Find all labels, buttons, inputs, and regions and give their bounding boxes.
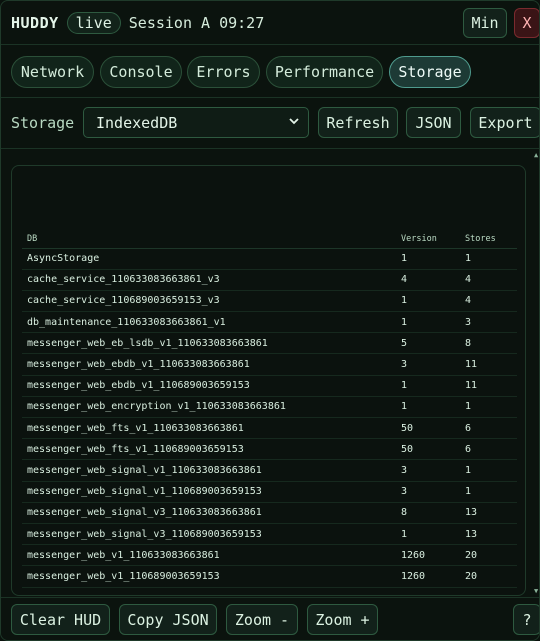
cell-version: 50 [396,438,460,461]
session-label: Session A 09:27 [128,13,265,32]
cell-stores: 20 [460,565,517,588]
header-bar: HUDDY live Session A 09:27 Min X [1,1,539,45]
cell-db-name: messenger_web_signal_v3_110633083663861 [22,502,396,524]
tab-console[interactable]: Console [100,56,182,88]
cell-version: 3 [396,481,460,503]
minimize-button[interactable]: Min [463,8,507,38]
cell-db-name: messenger_web_signal_v1_110689003659153 [22,481,396,503]
table-row: messenger_web_fts_v1_110689003659153 50 6 [22,438,517,461]
cell-version: 1 [396,290,460,313]
cell-stores: 20 [460,544,517,567]
cell-version: 1 [396,523,460,546]
cell-db-name: cache_service_110689003659153_v3 [22,290,396,313]
table-scrollbar[interactable] [534,151,539,603]
storage-toolbar: Storage IndexedDB Refresh JSON Export [1,99,539,149]
table-row: messenger_web_ebdb_v1_110633083663861 3 11 [22,353,517,376]
cell-version: 4 [396,269,460,291]
cell-version: 1260 [396,544,460,567]
table-row: messenger_web_signal_v3_110633083663861 8… [22,502,517,524]
table-row: messenger_web_fts_v1_110633083663861 50 6 [22,417,517,440]
json-button[interactable]: JSON [406,107,461,138]
export-button[interactable]: Export [470,107,539,138]
cell-stores: 1 [460,396,517,419]
storage-type-value: IndexedDB [96,113,178,132]
cell-db-name: AsyncStorage [22,248,396,270]
cell-version: 1 [396,311,460,334]
cell-db-name: messenger_web_ebdb_v1_110689003659153 [22,375,396,397]
cell-db-name: messenger_web_fts_v1_110689003659153 [22,438,396,461]
table-row: messenger_web_v1_110633083663861 1260 20 [22,544,517,567]
cell-version: 50 [396,417,460,440]
table-row: messenger_web_signal_v1_110689003659153 3… [22,481,517,503]
table-row: messenger_web_ebdb_v1_110689003659153 1 11 [22,375,517,397]
clear-hud-button[interactable]: Clear HUD [11,604,110,635]
indexeddb-table: DB Version Stores AsyncStorage 1 1 cache_se… [22,230,517,588]
tab-network[interactable]: Network [11,56,94,88]
cell-stores: 13 [460,523,517,546]
table-row: messenger_web_encryption_v1_110633083663… [22,396,517,419]
tab-bar: Network Console Errors Performance Stora… [1,46,539,98]
cell-db-name: messenger_web_v1_110689003659153 [22,565,396,588]
refresh-button[interactable]: Refresh [318,107,398,138]
cell-db-name: messenger_web_v1_110633083663861 [22,544,396,567]
table-row: messenger_web_v1_110689003659153 1260 20 [22,565,517,588]
cell-db-name: messenger_web_signal_v1_110633083663861 [22,459,396,482]
cell-version: 1260 [396,565,460,588]
storage-table-panel: DB Version Stores AsyncStorage 1 1 cache_se… [11,165,526,596]
cell-db-name: messenger_web_ebdb_v1_110633083663861 [22,353,396,376]
cell-db-name: messenger_web_eb_lsdb_v1_110633083663861 [22,332,396,355]
cell-version: 8 [396,502,460,524]
tab-performance[interactable]: Performance [266,56,383,88]
column-header-db: DB [22,230,396,249]
cell-db-name: messenger_web_encryption_v1_110633083663… [22,396,396,419]
column-header-stores: Stores [460,230,517,249]
cell-stores: 6 [460,417,517,440]
brand-title: HUDDY [11,13,59,32]
footer-bar: Clear HUD Copy JSON Zoom - Zoom + ? [1,597,539,640]
scroll-down-icon[interactable]: ▼ [534,587,538,595]
cell-db-name: db_maintenance_110633083663861_v1 [22,311,396,334]
cell-stores: 11 [460,353,517,376]
cell-stores: 1 [460,459,517,482]
help-button[interactable]: ? [513,604,539,635]
cell-version: 1 [396,248,460,270]
cell-stores: 13 [460,502,517,524]
table-row: messenger_web_eb_lsdb_v1_110633083663861… [22,332,517,355]
huddy-panel: HUDDY live Session A 09:27 Min X Network… [0,0,540,641]
copy-json-button[interactable]: Copy JSON [119,604,217,635]
chevron-down-icon [287,114,301,132]
storage-type-select[interactable]: IndexedDB [83,107,309,138]
cell-version: 1 [396,375,460,397]
cell-version: 3 [396,459,460,482]
table-row: db_maintenance_110633083663861_v1 1 3 [22,311,517,334]
zoom-out-button[interactable]: Zoom - [226,604,298,635]
table-row: cache_service_110689003659153_v3 1 4 [22,290,517,313]
cell-stores: 8 [460,332,517,355]
cell-version: 3 [396,353,460,376]
table-row: messenger_web_signal_v1_110633083663861 3… [22,459,517,482]
table-row: cache_service_110633083663861_v3 4 4 [22,269,517,291]
tab-errors[interactable]: Errors [187,56,260,88]
zoom-in-button[interactable]: Zoom + [307,604,378,635]
cell-version: 1 [396,396,460,419]
cell-db-name: cache_service_110633083663861_v3 [22,269,396,291]
close-button[interactable]: X [514,8,539,38]
cell-stores: 3 [460,311,517,334]
cell-db-name: messenger_web_fts_v1_110633083663861 [22,417,396,440]
table-row: messenger_web_signal_v3_110689003659153 1… [22,523,517,546]
cell-stores: 1 [460,248,517,270]
cell-stores: 4 [460,290,517,313]
table-header-row: DB Version Stores [22,230,517,249]
cell-stores: 4 [460,269,517,291]
cell-db-name: messenger_web_signal_v3_110689003659153 [22,523,396,546]
cell-stores: 6 [460,438,517,461]
table-row: AsyncStorage 1 1 [22,248,517,270]
cell-stores: 1 [460,481,517,503]
status-badge: live [66,11,121,34]
tab-storage[interactable]: Storage [389,56,471,88]
storage-label: Storage [11,114,75,132]
cell-stores: 11 [460,375,517,397]
column-header-version: Version [396,230,460,249]
cell-version: 5 [396,332,460,355]
